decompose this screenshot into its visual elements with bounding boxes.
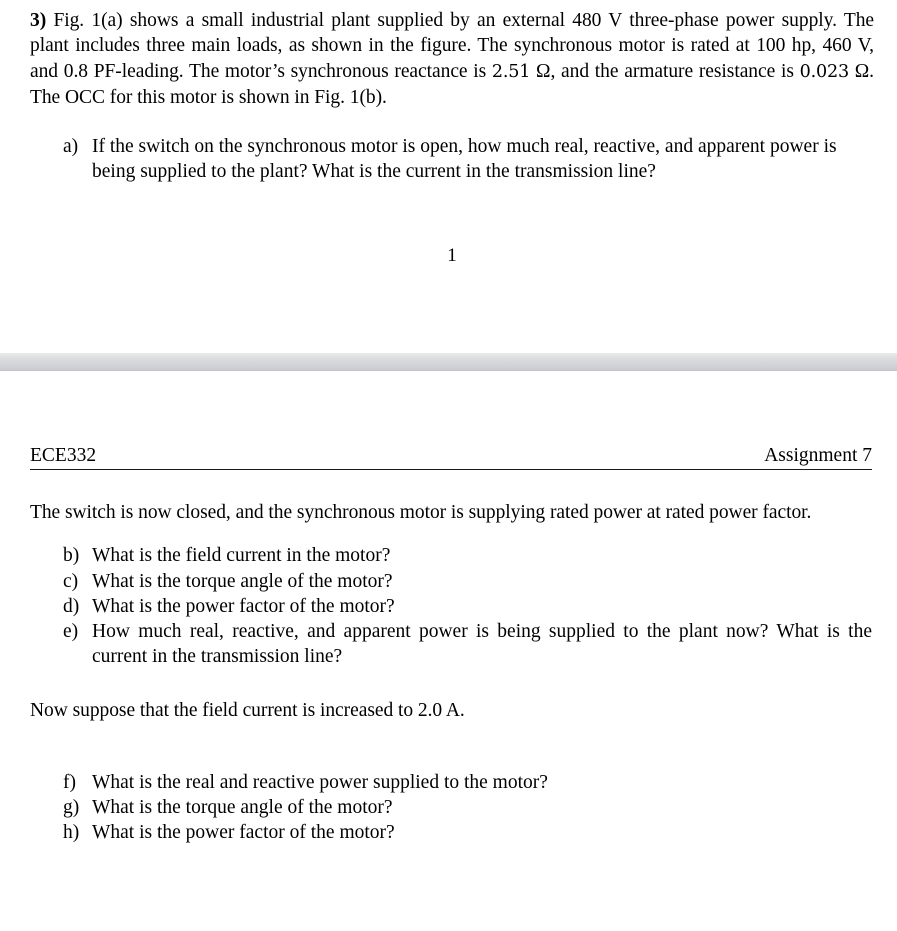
question-text: If the switch on the synchronous motor i… bbox=[92, 135, 837, 182]
question-text: What is the power factor of the motor? bbox=[92, 822, 395, 844]
question-text: What is the torque angle of the motor? bbox=[92, 797, 393, 819]
question-text: What is the real and reactive power supp… bbox=[92, 771, 548, 793]
page-number: 1 bbox=[447, 245, 457, 267]
course-code: ECE332 bbox=[30, 445, 97, 466]
armature-resistance-value: 0.023 bbox=[799, 61, 850, 82]
question-list-page-1: a) If the switch on the synchronous moto… bbox=[30, 134, 874, 184]
assignment-label: Assignment 7 bbox=[764, 445, 872, 466]
problem-3-paragraph: 3) Fig. 1(a) shows a small industrial pl… bbox=[30, 8, 874, 111]
question-list-group-1: b) What is the field current in the moto… bbox=[30, 543, 872, 669]
question-item: a) If the switch on the synchronous moto… bbox=[30, 134, 874, 184]
question-item: d) What is the power factor of the motor… bbox=[30, 594, 872, 619]
question-item: c) What is the torque angle of the motor… bbox=[30, 569, 872, 594]
question-marker: c) bbox=[63, 570, 79, 592]
running-header: ECE332 Assignment 7 bbox=[30, 444, 872, 470]
question-item: g) What is the torque angle of the motor… bbox=[30, 795, 872, 820]
problem-number: 3) bbox=[30, 10, 47, 31]
question-marker: f) bbox=[63, 771, 76, 793]
question-marker: h) bbox=[63, 822, 80, 844]
question-list-group-2: f) What is the real and reactive power s… bbox=[30, 770, 872, 846]
question-marker: a) bbox=[63, 135, 79, 157]
document-page-1: 3) Fig. 1(a) shows a small industrial pl… bbox=[0, 0, 897, 353]
question-item: f) What is the real and reactive power s… bbox=[30, 770, 872, 795]
question-text: What is the power factor of the motor? bbox=[92, 595, 395, 617]
question-item: b) What is the field current in the moto… bbox=[30, 543, 872, 568]
question-marker: e) bbox=[63, 621, 79, 643]
question-text: What is the field current in the motor? bbox=[92, 545, 391, 567]
question-marker: d) bbox=[63, 595, 80, 617]
question-text: How much real, reactive, and apparent po… bbox=[92, 621, 872, 668]
question-marker: g) bbox=[63, 797, 80, 819]
second-paragraph: Now suppose that the field current is in… bbox=[30, 700, 465, 722]
question-text: What is the torque angle of the motor? bbox=[92, 570, 393, 592]
intro-paragraph: The switch is now closed, and the synchr… bbox=[30, 502, 812, 523]
question-item: e) How much real, reactive, and apparent… bbox=[30, 619, 872, 669]
question-marker: b) bbox=[63, 545, 80, 567]
question-item: h) What is the power factor of the motor… bbox=[30, 820, 872, 845]
pdf-viewer: 3) Fig. 1(a) shows a small industrial pl… bbox=[0, 0, 897, 931]
synchronous-reactance-value: 2.51 bbox=[491, 61, 531, 82]
page-separator bbox=[0, 353, 897, 371]
problem-text-part-2: Ω, and the armature resistance is bbox=[530, 60, 800, 82]
